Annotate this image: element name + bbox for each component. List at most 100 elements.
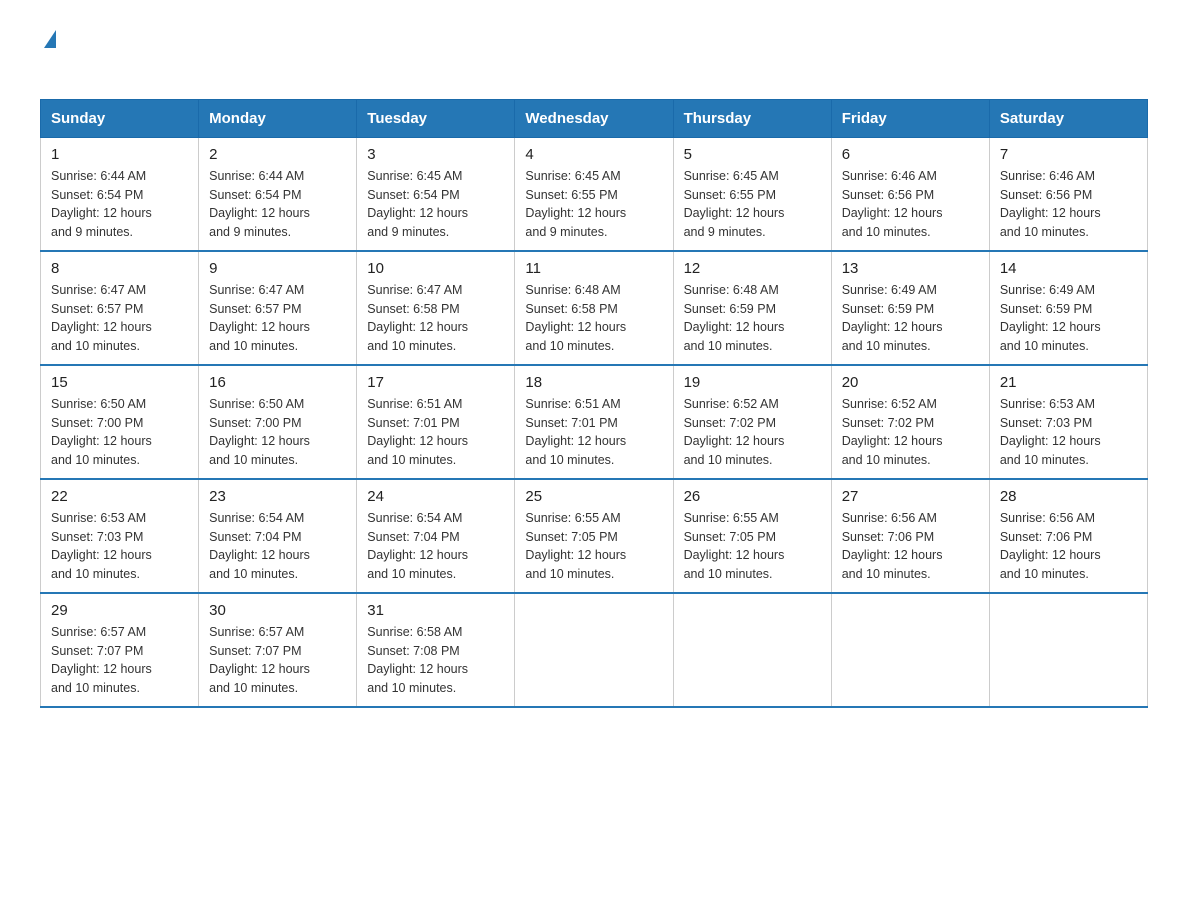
day-number: 1 xyxy=(51,146,188,163)
calendar-cell: 27 Sunrise: 6:56 AMSunset: 7:06 PMDayligh… xyxy=(831,479,989,593)
day-number: 4 xyxy=(525,146,662,163)
calendar-cell: 6 Sunrise: 6:46 AMSunset: 6:56 PMDaylight… xyxy=(831,137,989,251)
day-info: Sunrise: 6:46 AMSunset: 6:56 PMDaylight:… xyxy=(1000,167,1137,242)
logo xyxy=(40,30,56,79)
calendar-table: SundayMondayTuesdayWednesdayThursdayFrid… xyxy=(40,99,1148,708)
day-number: 26 xyxy=(684,488,821,505)
day-number: 3 xyxy=(367,146,504,163)
day-number: 28 xyxy=(1000,488,1137,505)
calendar-cell: 19 Sunrise: 6:52 AMSunset: 7:02 PMDayligh… xyxy=(673,365,831,479)
day-info: Sunrise: 6:53 AMSunset: 7:03 PMDaylight:… xyxy=(51,509,188,584)
day-number: 6 xyxy=(842,146,979,163)
day-number: 11 xyxy=(525,260,662,277)
day-number: 7 xyxy=(1000,146,1137,163)
day-info: Sunrise: 6:45 AMSunset: 6:55 PMDaylight:… xyxy=(525,167,662,242)
day-number: 10 xyxy=(367,260,504,277)
day-number: 14 xyxy=(1000,260,1137,277)
day-number: 17 xyxy=(367,374,504,391)
day-info: Sunrise: 6:56 AMSunset: 7:06 PMDaylight:… xyxy=(842,509,979,584)
day-info: Sunrise: 6:55 AMSunset: 7:05 PMDaylight:… xyxy=(684,509,821,584)
day-number: 27 xyxy=(842,488,979,505)
calendar-cell: 4 Sunrise: 6:45 AMSunset: 6:55 PMDaylight… xyxy=(515,137,673,251)
calendar-header-row: SundayMondayTuesdayWednesdayThursdayFrid… xyxy=(41,99,1148,137)
calendar-week-row: 29 Sunrise: 6:57 AMSunset: 7:07 PMDayligh… xyxy=(41,593,1148,707)
calendar-cell: 18Sunrise: 6:51 AMSunset: 7:01 PMDayligh… xyxy=(515,365,673,479)
day-info: Sunrise: 6:52 AMSunset: 7:02 PMDaylight:… xyxy=(684,395,821,470)
day-info: Sunrise: 6:48 AMSunset: 6:58 PMDaylight:… xyxy=(525,281,662,356)
calendar-cell xyxy=(989,593,1147,707)
day-number: 16 xyxy=(209,374,346,391)
day-number: 5 xyxy=(684,146,821,163)
column-header-monday: Monday xyxy=(199,99,357,137)
page-header xyxy=(40,30,1148,79)
day-number: 21 xyxy=(1000,374,1137,391)
column-header-wednesday: Wednesday xyxy=(515,99,673,137)
day-info: Sunrise: 6:56 AMSunset: 7:06 PMDaylight:… xyxy=(1000,509,1137,584)
day-info: Sunrise: 6:50 AMSunset: 7:00 PMDaylight:… xyxy=(209,395,346,470)
calendar-cell: 20 Sunrise: 6:52 AMSunset: 7:02 PMDayligh… xyxy=(831,365,989,479)
day-info: Sunrise: 6:57 AMSunset: 7:07 PMDaylight:… xyxy=(209,623,346,698)
day-info: Sunrise: 6:47 AMSunset: 6:57 PMDaylight:… xyxy=(51,281,188,356)
day-number: 13 xyxy=(842,260,979,277)
calendar-cell: 23Sunrise: 6:54 AMSunset: 7:04 PMDayligh… xyxy=(199,479,357,593)
calendar-cell xyxy=(831,593,989,707)
calendar-week-row: 15 Sunrise: 6:50 AMSunset: 7:00 PMDayligh… xyxy=(41,365,1148,479)
calendar-cell: 2 Sunrise: 6:44 AMSunset: 6:54 PMDaylight… xyxy=(199,137,357,251)
day-info: Sunrise: 6:51 AMSunset: 7:01 PMDaylight:… xyxy=(525,395,662,470)
day-info: Sunrise: 6:55 AMSunset: 7:05 PMDaylight:… xyxy=(525,509,662,584)
day-info: Sunrise: 6:45 AMSunset: 6:54 PMDaylight:… xyxy=(367,167,504,242)
day-info: Sunrise: 6:45 AMSunset: 6:55 PMDaylight:… xyxy=(684,167,821,242)
calendar-cell: 28 Sunrise: 6:56 AMSunset: 7:06 PMDayligh… xyxy=(989,479,1147,593)
calendar-cell: 22 Sunrise: 6:53 AMSunset: 7:03 PMDayligh… xyxy=(41,479,199,593)
calendar-cell: 21 Sunrise: 6:53 AMSunset: 7:03 PMDayligh… xyxy=(989,365,1147,479)
calendar-week-row: 1 Sunrise: 6:44 AMSunset: 6:54 PMDaylight… xyxy=(41,137,1148,251)
column-header-saturday: Saturday xyxy=(989,99,1147,137)
day-info: Sunrise: 6:46 AMSunset: 6:56 PMDaylight:… xyxy=(842,167,979,242)
day-number: 23 xyxy=(209,488,346,505)
day-number: 22 xyxy=(51,488,188,505)
calendar-cell: 31Sunrise: 6:58 AMSunset: 7:08 PMDayligh… xyxy=(357,593,515,707)
calendar-cell: 14 Sunrise: 6:49 AMSunset: 6:59 PMDayligh… xyxy=(989,251,1147,365)
calendar-cell: 30 Sunrise: 6:57 AMSunset: 7:07 PMDayligh… xyxy=(199,593,357,707)
day-info: Sunrise: 6:48 AMSunset: 6:59 PMDaylight:… xyxy=(684,281,821,356)
calendar-cell xyxy=(673,593,831,707)
calendar-cell: 24 Sunrise: 6:54 AMSunset: 7:04 PMDayligh… xyxy=(357,479,515,593)
column-header-thursday: Thursday xyxy=(673,99,831,137)
day-number: 29 xyxy=(51,602,188,619)
calendar-week-row: 8Sunrise: 6:47 AMSunset: 6:57 PMDaylight… xyxy=(41,251,1148,365)
calendar-week-row: 22 Sunrise: 6:53 AMSunset: 7:03 PMDayligh… xyxy=(41,479,1148,593)
day-info: Sunrise: 6:49 AMSunset: 6:59 PMDaylight:… xyxy=(842,281,979,356)
calendar-cell: 8Sunrise: 6:47 AMSunset: 6:57 PMDaylight… xyxy=(41,251,199,365)
calendar-cell xyxy=(515,593,673,707)
calendar-cell: 29 Sunrise: 6:57 AMSunset: 7:07 PMDayligh… xyxy=(41,593,199,707)
day-number: 9 xyxy=(209,260,346,277)
day-number: 19 xyxy=(684,374,821,391)
calendar-cell: 1Sunrise: 6:44 AMSunset: 6:54 PMDaylight… xyxy=(41,137,199,251)
calendar-cell: 10 Sunrise: 6:47 AMSunset: 6:58 PMDayligh… xyxy=(357,251,515,365)
calendar-cell: 17Sunrise: 6:51 AMSunset: 7:01 PMDayligh… xyxy=(357,365,515,479)
calendar-cell: 11 Sunrise: 6:48 AMSunset: 6:58 PMDayligh… xyxy=(515,251,673,365)
calendar-cell: 16 Sunrise: 6:50 AMSunset: 7:00 PMDayligh… xyxy=(199,365,357,479)
calendar-cell: 7 Sunrise: 6:46 AMSunset: 6:56 PMDaylight… xyxy=(989,137,1147,251)
day-number: 20 xyxy=(842,374,979,391)
day-info: Sunrise: 6:49 AMSunset: 6:59 PMDaylight:… xyxy=(1000,281,1137,356)
day-number: 30 xyxy=(209,602,346,619)
day-info: Sunrise: 6:44 AMSunset: 6:54 PMDaylight:… xyxy=(209,167,346,242)
day-info: Sunrise: 6:57 AMSunset: 7:07 PMDaylight:… xyxy=(51,623,188,698)
calendar-cell: 9 Sunrise: 6:47 AMSunset: 6:57 PMDaylight… xyxy=(199,251,357,365)
day-info: Sunrise: 6:50 AMSunset: 7:00 PMDaylight:… xyxy=(51,395,188,470)
day-info: Sunrise: 6:54 AMSunset: 7:04 PMDaylight:… xyxy=(367,509,504,584)
day-info: Sunrise: 6:53 AMSunset: 7:03 PMDaylight:… xyxy=(1000,395,1137,470)
day-number: 2 xyxy=(209,146,346,163)
day-number: 25 xyxy=(525,488,662,505)
day-info: Sunrise: 6:47 AMSunset: 6:58 PMDaylight:… xyxy=(367,281,504,356)
calendar-cell: 13 Sunrise: 6:49 AMSunset: 6:59 PMDayligh… xyxy=(831,251,989,365)
day-info: Sunrise: 6:47 AMSunset: 6:57 PMDaylight:… xyxy=(209,281,346,356)
day-info: Sunrise: 6:52 AMSunset: 7:02 PMDaylight:… xyxy=(842,395,979,470)
calendar-cell: 12Sunrise: 6:48 AMSunset: 6:59 PMDayligh… xyxy=(673,251,831,365)
calendar-cell: 3 Sunrise: 6:45 AMSunset: 6:54 PMDaylight… xyxy=(357,137,515,251)
day-number: 24 xyxy=(367,488,504,505)
day-info: Sunrise: 6:58 AMSunset: 7:08 PMDaylight:… xyxy=(367,623,504,698)
calendar-cell: 26 Sunrise: 6:55 AMSunset: 7:05 PMDayligh… xyxy=(673,479,831,593)
day-number: 15 xyxy=(51,374,188,391)
